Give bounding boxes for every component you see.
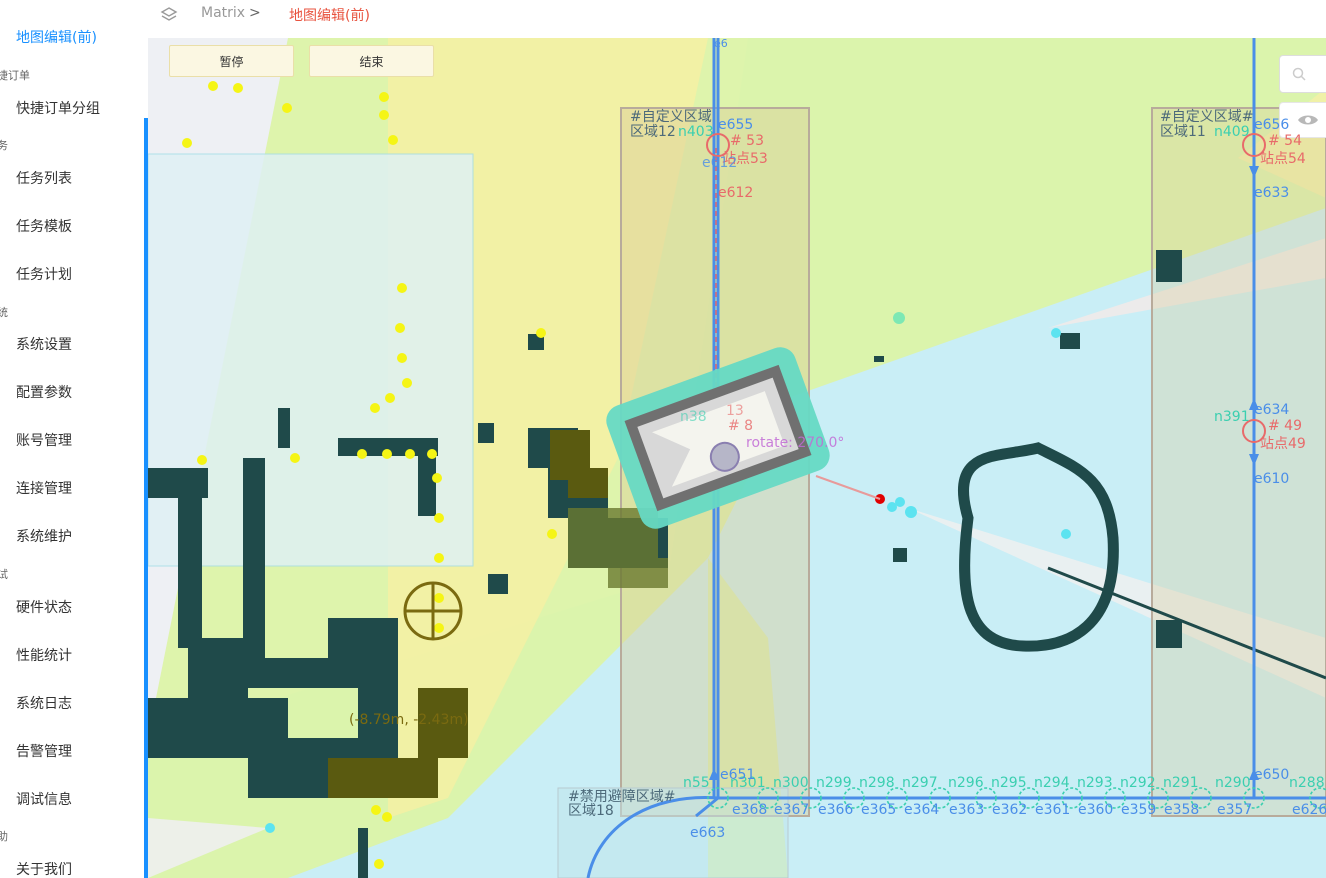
breadcrumb-root[interactable]: Matrix [201,5,245,21]
edge-label: e363 [949,802,985,818]
sidebar-group-quick-order: 捷订单 [0,69,30,82]
sidebar-item-alarms[interactable]: 告警管理 [16,741,72,761]
edge-label: e360 [1078,802,1114,818]
sidebar-group-system: 统 [0,306,8,319]
edge-label: e367 [774,802,810,818]
search-icon [1292,67,1306,81]
area-title: #禁用避障区域# [568,789,676,805]
station-id-label: # 53 [730,133,764,149]
edge-label: e626 [1292,802,1326,818]
node-label: n291 [1163,775,1199,791]
edge-label: e361 [1035,802,1071,818]
sidebar-group-task: 务 [0,139,8,152]
node-label: n290 [1215,775,1251,791]
node-label: n38 [680,409,707,425]
edge-label: e358 [1164,802,1200,818]
sidebar-group-help: 助 [0,830,8,843]
node-label: n409 [1214,124,1250,140]
edge-label: e650 [1254,767,1290,783]
sidebar-item-task-template[interactable]: 任务模板 [16,216,72,236]
edge-label: e359 [1121,802,1157,818]
breadcrumb-current: 地图编辑(前) [289,8,370,24]
node-label: n295 [991,775,1027,791]
sidebar-item-hardware-status[interactable]: 硬件状态 [16,597,72,617]
node-label: n296 [948,775,984,791]
area-title: #自定义区域 [630,109,712,125]
breadcrumb-separator: > [249,5,261,21]
edge-label: e365 [861,802,897,818]
station-id-label: # 49 [1268,418,1302,434]
edge-label: e366 [818,802,854,818]
node-label: n391 [1214,409,1250,425]
station-name-label: 站点54 [1260,151,1306,167]
node-label: n299 [816,775,852,791]
station-id-label: # 54 [1268,133,1302,149]
node-label: n294 [1034,775,1070,791]
edge-label: e633 [1254,185,1290,201]
robot-rotate-label: rotate: 270.0° [746,435,845,451]
search-input[interactable] [1279,55,1326,93]
node-label: n55 [683,775,710,791]
station-name-label: 站点49 [1260,436,1306,452]
edge-label: e651 [720,767,756,783]
sidebar-item-connections[interactable]: 连接管理 [16,478,72,498]
edge-label: e656 [1254,117,1290,133]
node-label: n297 [902,775,938,791]
edge-label: e612 [702,155,738,171]
robot-position-label: (-8.79m, -2.43m) [349,712,469,728]
eye-icon [1298,115,1318,125]
edge-label: e634 [1254,402,1290,418]
area-title: #自定义区域# [1160,109,1254,125]
sidebar-item-maintenance[interactable]: 系统维护 [16,526,72,546]
edge-label: e364 [904,802,940,818]
sidebar-item-config-params[interactable]: 配置参数 [16,382,72,402]
sidebar-item-quick-order-group[interactable]: 快捷订单分组 [16,98,100,118]
edge-label: e663 [690,825,726,841]
sidebar-item-task-plan[interactable]: 任务计划 [16,264,72,284]
map-canvas[interactable]: 暂停 结束 #自定义区域 区域12 #自定义区域# 区域11 #禁用避障区域# … [148,38,1326,878]
layers-icon[interactable] [160,6,178,24]
sidebar-item-accounts[interactable]: 账号管理 [16,430,72,450]
pause-button[interactable]: 暂停 [169,45,294,77]
sidebar-item-about[interactable]: 关于我们 [16,859,72,878]
node-label: n300 [773,775,809,791]
sidebar-item-debug-info[interactable]: 调试信息 [16,789,72,809]
top-bar: Matrix > 地图编辑(前) [148,0,1326,39]
node-label: n298 [859,775,895,791]
stop-button[interactable]: 结束 [309,45,434,77]
node-label: n292 [1120,775,1156,791]
station-name-label: 13 [726,403,744,419]
area-name: 区域11 [1160,124,1206,140]
sidebar-item-system-log[interactable]: 系统日志 [16,693,72,713]
edge-label: e357 [1217,802,1253,818]
sidebar-item-task-list[interactable]: 任务列表 [16,168,72,188]
station-id-label: # 8 [728,418,754,434]
edge-label: e368 [732,802,768,818]
node-label: n288 [1289,775,1325,791]
sidebar: 地图编辑(前) 捷订单 快捷订单分组 务 任务列表 任务模板 任务计划 统 系统… [0,0,148,878]
sidebar-item-map-edit[interactable]: 地图编辑(前) [16,27,97,47]
node-label: n403 [678,124,714,140]
edge-label: e362 [992,802,1028,818]
edge-label: e612 [718,185,754,201]
node-label: n293 [1077,775,1113,791]
edge-label: e6 [714,38,728,50]
area-name: 区域12 [630,124,676,140]
area-name: 区域18 [568,803,614,819]
sidebar-group-debug: 试 [0,568,8,581]
sidebar-item-system-settings[interactable]: 系统设置 [16,334,72,354]
edge-label: e655 [718,117,754,133]
sidebar-item-performance[interactable]: 性能统计 [16,645,72,665]
edge-label: e610 [1254,471,1290,487]
